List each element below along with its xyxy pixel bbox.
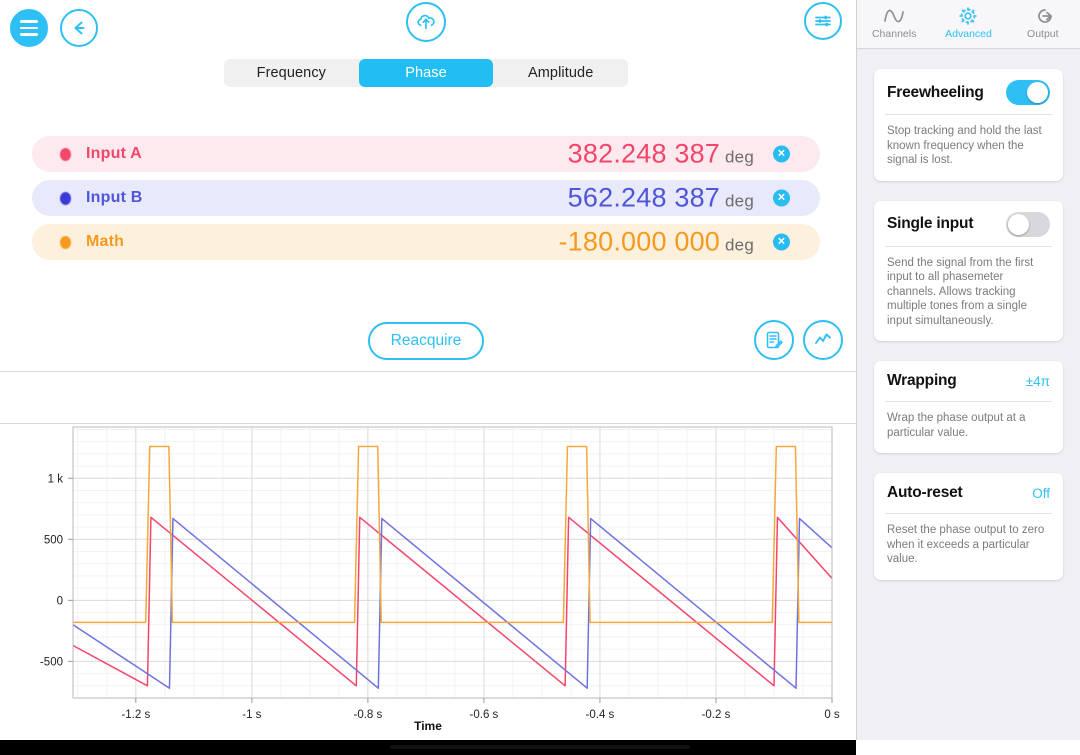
sidebar-tab-advanced[interactable]: Advanced (931, 0, 1005, 48)
x-axis-label: Time (414, 719, 442, 733)
measurement-label: Input B (86, 189, 143, 206)
wrapping-value[interactable]: ±4π (1026, 374, 1050, 389)
toggle-knob (1027, 82, 1048, 103)
measurement-number: -180.000 000 (558, 226, 721, 257)
trend-glyph (815, 333, 831, 344)
cloud-upload-glyph (417, 14, 435, 30)
reacquire-button[interactable]: Reacquire (368, 322, 484, 360)
card-single-input[interactable]: Single input Send the signal from the fi… (874, 200, 1063, 341)
card-title: Single input (887, 215, 974, 232)
measurement-unit: deg (725, 191, 754, 211)
measurement-unit: deg (725, 235, 754, 255)
freewheeling-toggle[interactable] (1006, 80, 1050, 105)
sidebar-tab-label: Output (1027, 28, 1059, 40)
measurement-list: Input A 382.248 387 deg ✕ Input B 562.248… (32, 136, 820, 268)
note-edit-glyph (766, 331, 783, 349)
sliders-glyph (815, 15, 831, 27)
channel-color-dot (60, 147, 71, 161)
svg-text:1 k: 1 k (48, 473, 64, 485)
card-wrapping[interactable]: Wrapping ±4π Wrap the phase output at a … (874, 361, 1063, 453)
sidebar-tab-channels[interactable]: Channels (857, 0, 931, 48)
card-header: Freewheeling (874, 69, 1063, 114)
back-arrow-glyph (74, 21, 85, 35)
card-description: Wrap the phase output at a particular va… (887, 412, 1026, 439)
card-header: Single input (874, 201, 1063, 246)
sine-wave-icon (884, 9, 905, 23)
note-edit-icon[interactable] (754, 320, 794, 360)
sidebar-tab-output[interactable]: Output (1006, 0, 1080, 48)
card-title: Auto-reset (887, 484, 963, 501)
measurement-unit: deg (725, 147, 754, 167)
segment-phase[interactable]: Phase (358, 59, 494, 87)
svg-text:500: 500 (44, 534, 63, 546)
top-toolbar (0, 0, 856, 56)
sidebar-cards: Freewheeling Stop tracking and hold the … (857, 49, 1080, 580)
measurement-mode-segmented[interactable]: Frequency Phase Amplitude (224, 59, 628, 87)
output-arrow-icon (1038, 9, 1052, 23)
toggle-knob (1008, 213, 1029, 235)
advanced-sidebar: Channels Advanced Output Freewheeling St… (856, 0, 1080, 740)
card-title: Freewheeling (887, 83, 984, 101)
card-auto-reset[interactable]: Auto-reset Off Reset the phase output to… (874, 473, 1063, 580)
measurement-number: 382.248 387 (567, 138, 721, 169)
card-description: Send the signal from the first input to … (887, 256, 1034, 327)
svg-text:0: 0 (57, 595, 63, 607)
app-root: Frequency Phase Amplitude Input A 382.24… (0, 0, 1080, 755)
chart-area[interactable]: -1.2 s -1 s -0.8 s -0.6 s -0.4 s -0.2 s0 s1 k… (0, 424, 856, 740)
card-header: Auto-reset Off (874, 473, 1063, 513)
cloud-upload-icon[interactable] (406, 2, 446, 42)
close-circle-icon[interactable]: ✕ (773, 233, 790, 251)
close-circle-icon[interactable]: ✕ (773, 145, 790, 163)
main-pane: Frequency Phase Amplitude Input A 382.24… (0, 0, 856, 755)
gear-icon (959, 7, 978, 25)
channel-color-dot (60, 235, 71, 249)
measurement-row-input-a[interactable]: Input A 382.248 387 deg ✕ (32, 136, 820, 172)
measurement-row-input-b[interactable]: Input B 562.248 387 deg ✕ (32, 180, 820, 216)
card-title: Wrapping (887, 372, 957, 389)
measurement-value: 382.248 387 deg (568, 139, 754, 170)
measurement-label: Math (86, 233, 125, 250)
measurement-row-math[interactable]: Math -180.000 000 deg ✕ (32, 224, 820, 260)
channel-color-dot (60, 191, 71, 205)
card-description: Reset the phase output to zero when it e… (887, 524, 1045, 565)
close-circle-icon[interactable]: ✕ (773, 189, 790, 207)
single-input-toggle[interactable] (1006, 211, 1050, 237)
auto-reset-value[interactable]: Off (1032, 486, 1050, 501)
card-freewheeling[interactable]: Freewheeling Stop tracking and hold the … (874, 69, 1063, 181)
back-arrow-icon[interactable] (60, 9, 98, 47)
chart-svg: -1.2 s -1 s -0.8 s -0.6 s -0.4 s -0.2 s0 s1 k… (40, 426, 840, 721)
sidebar-tab-label: Advanced (945, 28, 992, 40)
plot-toolbar: Phase▾ Timeseries Autoscale Ref (0, 372, 856, 755)
measurement-value: 562.248 387 deg (568, 183, 754, 214)
sliders-settings-icon[interactable] (804, 2, 842, 40)
card-header: Wrapping ±4π (874, 361, 1063, 401)
segment-frequency[interactable]: Frequency (224, 59, 359, 87)
segment-amplitude[interactable]: Amplitude (493, 59, 628, 87)
trend-chart-icon[interactable] (803, 320, 843, 360)
measurement-value: -180.000 000 deg (558, 227, 754, 258)
measurement-number: 562.248 387 (567, 182, 721, 213)
card-description: Stop tracking and hold the last known fr… (887, 125, 1042, 166)
hamburger-menu-icon[interactable] (10, 9, 48, 47)
measurement-label: Input A (86, 145, 142, 162)
svg-text:-500: -500 (40, 656, 63, 668)
sidebar-tab-label: Channels (871, 28, 917, 40)
sidebar-tabs: Channels Advanced Output (857, 0, 1080, 49)
home-indicator (390, 745, 690, 749)
